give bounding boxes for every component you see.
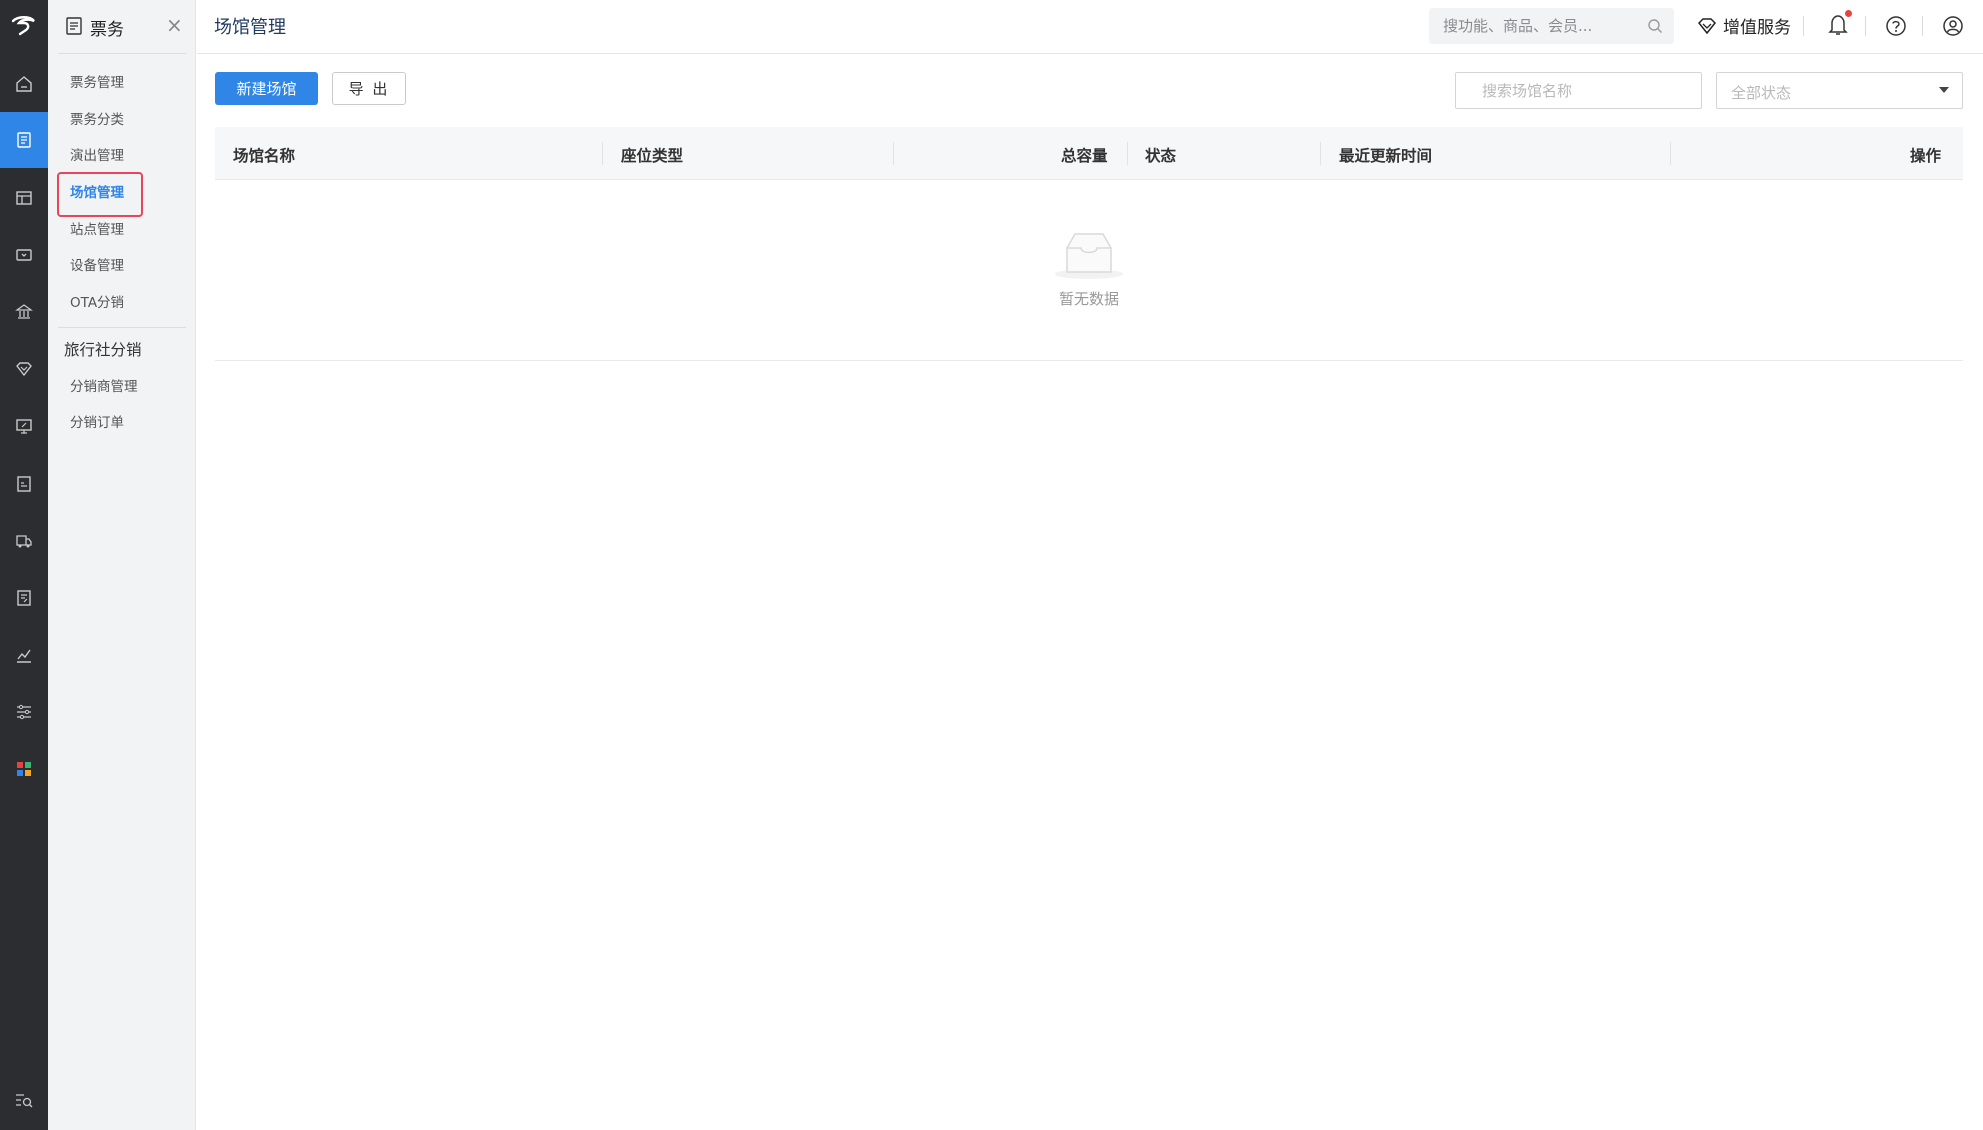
export-button[interactable]: 导 出 [332, 72, 406, 105]
sidebar-item-show-management[interactable]: 演出管理 [70, 147, 124, 165]
search-icon[interactable] [1647, 18, 1663, 38]
status-select[interactable]: 全部状态 [1716, 72, 1963, 109]
sidebar-item-device-management[interactable]: 设备管理 [70, 257, 124, 275]
divider [1922, 16, 1923, 36]
sidebar-item-site-management[interactable]: 站点管理 [70, 221, 124, 239]
value-added-services-button[interactable]: 增值服务 [1697, 13, 1791, 38]
bank-icon[interactable] [0, 284, 48, 340]
divider [1803, 16, 1804, 36]
divider [1865, 16, 1866, 36]
truck-icon[interactable] [0, 513, 48, 569]
id-card-icon[interactable] [0, 456, 48, 512]
column-divider [893, 142, 894, 165]
chart-icon[interactable] [0, 627, 48, 683]
column-header-venue-name: 场馆名称 [233, 147, 296, 165]
table-body-empty: 暂无数据 [215, 180, 1963, 361]
divider [58, 327, 186, 328]
empty-inbox-icon [1051, 230, 1127, 284]
brand-logo-icon[interactable] [0, 0, 48, 52]
sidebar-group-title: 旅行社分销 [64, 341, 142, 359]
column-header-capacity: 总容量 [1061, 147, 1108, 165]
top-header: 场馆管理 增值服务 [197, 0, 1983, 54]
home-icon[interactable] [0, 56, 48, 112]
sidebar-item-ticket-category[interactable]: 票务分类 [70, 111, 124, 129]
global-search [1429, 8, 1674, 44]
ticket-icon [66, 17, 82, 39]
empty-text: 暂无数据 [1058, 290, 1119, 308]
user-icon[interactable] [1942, 15, 1964, 41]
column-divider [1127, 142, 1128, 165]
notification-dot [1845, 10, 1852, 17]
sidebar-item-distributor-management[interactable]: 分销商管理 [70, 378, 138, 396]
status-select-value: 全部状态 [1731, 84, 1792, 102]
venue-name-search-input[interactable] [1455, 72, 1702, 109]
column-divider [1670, 142, 1671, 165]
column-divider [602, 142, 603, 165]
column-divider [1320, 142, 1321, 165]
sidebar-header: 票务 × [48, 0, 196, 52]
global-search-input[interactable] [1429, 8, 1639, 44]
column-header-status: 状态 [1145, 147, 1177, 165]
close-icon[interactable]: × [166, 13, 183, 37]
sidebar-title: 票务 [90, 20, 124, 40]
apps-grid-icon[interactable] [0, 741, 48, 797]
document-icon[interactable] [0, 570, 48, 626]
table-header: 场馆名称 座位类型 总容量 状态 最近更新时间 操作 [215, 127, 1963, 180]
sidebar-item-distribution-orders[interactable]: 分销订单 [70, 414, 124, 432]
ticket-icon[interactable] [0, 112, 48, 168]
caret-down-icon [1939, 87, 1949, 93]
selected-item-highlight [57, 172, 143, 217]
screen-percent-icon[interactable] [0, 398, 48, 454]
sidebar-item-ota-distribution[interactable]: OTA分销 [70, 294, 124, 312]
column-header-actions: 操作 [1910, 147, 1942, 165]
column-header-seat-type: 座位类型 [621, 147, 684, 165]
new-venue-button[interactable]: 新建场馆 [215, 72, 318, 105]
sliders-icon[interactable] [0, 684, 48, 740]
sidebar-item-ticket-management[interactable]: 票务管理 [70, 74, 124, 92]
camera-icon[interactable] [0, 227, 48, 283]
help-icon[interactable] [1885, 15, 1907, 41]
divider [58, 53, 186, 54]
page-title: 场馆管理 [214, 17, 286, 38]
vip-label: 增值服务 [1723, 18, 1791, 38]
module-sidebar: 票务 × 票务管理 票务分类 演出管理 场馆管理 站点管理 设备管理 OTA分销… [48, 0, 196, 1130]
icon-rail [0, 0, 48, 1130]
heart-shield-icon[interactable] [0, 341, 48, 397]
column-header-updated-time: 最近更新时间 [1339, 147, 1433, 165]
search-list-icon[interactable] [0, 1072, 48, 1128]
store-icon[interactable] [0, 170, 48, 226]
diamond-icon [1697, 17, 1717, 34]
bell-icon[interactable] [1828, 10, 1852, 41]
